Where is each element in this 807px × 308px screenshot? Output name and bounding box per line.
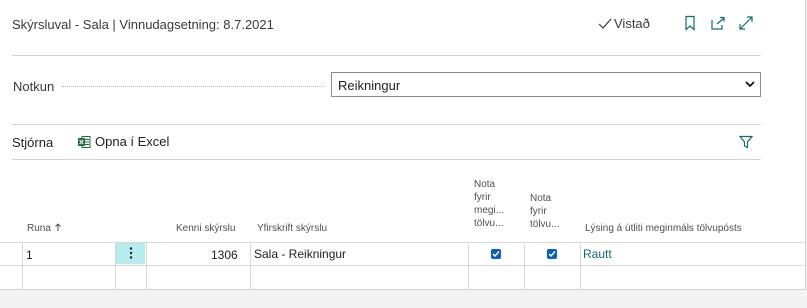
column-header-report-caption[interactable]: Yfirskrift skýrslu bbox=[257, 222, 327, 235]
open-in-excel-button[interactable]: Opna í Excel bbox=[77, 134, 169, 149]
row-email-body-desc-link[interactable]: Rautt bbox=[583, 247, 612, 261]
row-report-caption-cell[interactable]: Sala - Reikningur bbox=[254, 247, 346, 261]
column-divider bbox=[250, 242, 251, 289]
checkmark-icon bbox=[492, 251, 500, 258]
actions-divider bbox=[12, 159, 761, 160]
table-row-border bbox=[0, 265, 806, 266]
row-use-email-checkbox[interactable] bbox=[547, 249, 557, 259]
usage-select-value: Reikningur bbox=[338, 78, 401, 93]
saved-status: Vistað bbox=[598, 16, 650, 31]
row-actions-menu-button[interactable] bbox=[116, 243, 145, 264]
checkmark-icon bbox=[598, 18, 612, 29]
column-header-email-body-desc[interactable]: Lýsing á útliti meginmáls tölvupósts bbox=[585, 222, 742, 235]
column-header-sequence[interactable]: Runa bbox=[27, 222, 62, 235]
expand-icon[interactable] bbox=[738, 15, 754, 31]
more-options-icon bbox=[129, 247, 132, 259]
row-default-email-checkbox[interactable] bbox=[491, 249, 501, 259]
label-leader-dots bbox=[62, 86, 324, 87]
excel-icon bbox=[78, 135, 91, 148]
report-selection-panel: Skýrsluval - Sala | Vinnudagsetning: 8.7… bbox=[0, 0, 806, 290]
column-header-report-id[interactable]: Kenni skýrslu bbox=[176, 222, 235, 235]
open-in-excel-label: Opna í Excel bbox=[95, 134, 170, 149]
header-divider bbox=[12, 55, 761, 56]
column-divider bbox=[468, 242, 469, 289]
form-divider bbox=[12, 124, 761, 125]
column-divider bbox=[580, 242, 581, 289]
page-title: Skýrsluval - Sala | Vinnudagsetning: 8.7… bbox=[12, 17, 274, 32]
filter-icon[interactable] bbox=[739, 135, 753, 149]
share-icon[interactable] bbox=[710, 15, 726, 31]
chevron-down-icon bbox=[745, 81, 755, 88]
tab-manage[interactable]: Stjórna bbox=[12, 135, 53, 150]
column-divider bbox=[146, 242, 147, 289]
bookmark-icon[interactable] bbox=[682, 15, 698, 31]
sort-ascending-icon bbox=[54, 223, 61, 231]
row-report-id-cell[interactable]: 1306 bbox=[211, 248, 238, 262]
column-header-default-email[interactable]: Nota fyrir megi... tölvu... bbox=[474, 178, 504, 230]
row-sequence-cell[interactable]: 1 bbox=[26, 248, 33, 262]
column-divider bbox=[22, 242, 23, 289]
usage-select[interactable]: Reikningur bbox=[331, 72, 761, 97]
checkmark-icon bbox=[548, 251, 556, 258]
column-header-use-email[interactable]: Nota fyrir tölvu... bbox=[530, 192, 559, 231]
column-divider bbox=[524, 242, 525, 289]
usage-label: Notkun bbox=[13, 79, 55, 94]
saved-label: Vistað bbox=[614, 16, 650, 31]
